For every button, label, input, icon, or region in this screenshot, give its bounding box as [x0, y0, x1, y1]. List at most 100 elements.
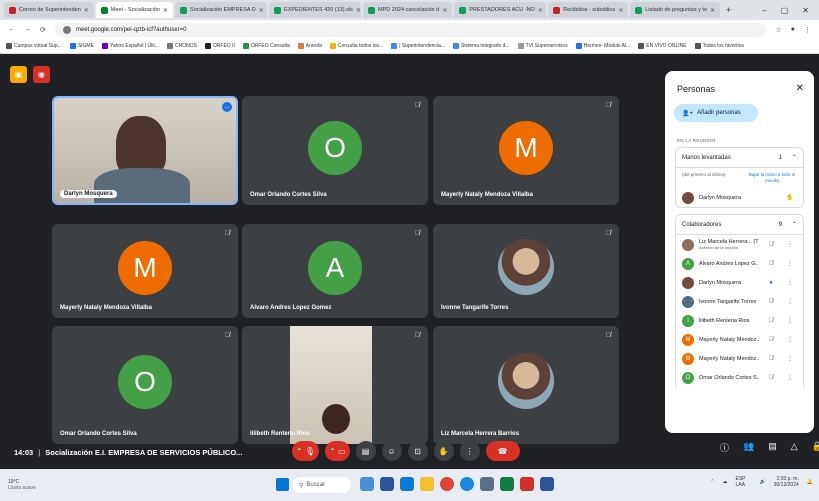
- bookmark-item[interactable]: Yahoo Español | Últi...: [101, 43, 159, 49]
- browser-tab[interactable]: Meet - Socialización ✕: [95, 2, 174, 18]
- maximize-button[interactable]: ▢: [781, 6, 789, 15]
- browser-tab[interactable]: MPD 2024 cancelación d ✕: [363, 2, 453, 18]
- url-field[interactable]: meet.google.com/pei-qztb-icf?authuser=0: [54, 22, 767, 37]
- clock[interactable]: 2:03 p. m. 30/12/2024: [774, 476, 799, 488]
- participant-row[interactable]: M Mayerly Nataly Mendoz... 🎙̸ ⋮: [676, 330, 803, 349]
- cloud-icon[interactable]: ☁: [723, 479, 728, 485]
- collaborators-header[interactable]: Colaboradores 9 ⌃: [676, 215, 803, 235]
- host-controls-icon[interactable]: 🔒: [812, 441, 819, 454]
- more-options-icon[interactable]: ●: [764, 280, 778, 286]
- volume-icon[interactable]: 🔊: [760, 479, 766, 485]
- close-tab-icon[interactable]: ✕: [84, 7, 89, 14]
- widgets-icon[interactable]: [380, 477, 394, 491]
- more-vert-icon[interactable]: ⋮: [783, 374, 797, 381]
- participant-tile[interactable]: O 🎙̸ Omar Orlando Cortes Silva: [242, 96, 428, 205]
- close-tab-icon[interactable]: ✕: [618, 7, 623, 14]
- participant-tile[interactable]: 🎙̸ Liz Marcela Herrera Barrios: [433, 326, 619, 444]
- taskview-icon[interactable]: [360, 477, 374, 491]
- app-icon[interactable]: [400, 477, 414, 491]
- more-vert-icon[interactable]: ⋮: [783, 241, 797, 248]
- participant-row[interactable]: Darlyn Mosquera ● ⋮: [676, 273, 803, 292]
- chevron-up-icon[interactable]: ⌃: [792, 221, 797, 228]
- leave-call-button[interactable]: ☎: [485, 441, 520, 461]
- close-panel-icon[interactable]: ✕: [796, 83, 804, 94]
- participant-tile[interactable]: … Darlyn Mosquera: [52, 96, 238, 205]
- chevron-up-icon[interactable]: ⌃: [792, 154, 797, 161]
- chrome-icon[interactable]: [440, 477, 454, 491]
- activities-icon[interactable]: ▣: [10, 66, 27, 83]
- recording-icon[interactable]: ◉: [33, 66, 50, 83]
- hand-icon[interactable]: ✋: [783, 194, 797, 201]
- bookmark-item[interactable]: Sistema integrado d...: [452, 43, 510, 49]
- weather-widget[interactable]: 19°C Lluvia suave: [8, 479, 36, 491]
- bookmark-item[interactable]: Todos los favoritos: [694, 43, 744, 49]
- participant-row[interactable]: A Alvaro Andres Lopez G... 🎙̸ ⋮: [676, 254, 803, 273]
- close-tab-icon[interactable]: ✕: [163, 7, 168, 14]
- raise-hand-button[interactable]: ✋: [433, 441, 454, 461]
- more-options-button[interactable]: ⋮: [459, 441, 480, 461]
- bookmark-item[interactable]: ORFEO Consulta: [242, 43, 290, 49]
- minimize-button[interactable]: –: [762, 6, 766, 15]
- camera-toggle-button[interactable]: ⌃ ▭: [325, 441, 350, 461]
- more-vert-icon[interactable]: ⋮: [783, 336, 797, 343]
- bookmark-item[interactable]: Aranda: [297, 43, 322, 49]
- taskbar-search[interactable]: ⚲ Buscar: [293, 477, 351, 493]
- raised-hands-header[interactable]: Manos levantadas 1 ⌃: [676, 148, 803, 168]
- add-people-button[interactable]: 👤+ Añadir personas: [674, 104, 758, 122]
- captions-button[interactable]: ▤: [355, 441, 376, 461]
- bookmark-item[interactable]: Campus virtual Sup...: [6, 43, 62, 49]
- close-window-button[interactable]: ✕: [802, 6, 809, 15]
- profile-icon[interactable]: ●: [791, 26, 795, 33]
- start-button[interactable]: [276, 478, 289, 491]
- close-tab-icon[interactable]: ✕: [442, 7, 447, 14]
- close-tab-icon[interactable]: ✕: [538, 7, 543, 14]
- bookmark-item[interactable]: SIGME: [69, 43, 94, 49]
- site-info-icon[interactable]: [62, 25, 71, 34]
- participant-tile[interactable]: A 🎙̸ Alvaro Andres Lopez Gomez: [242, 224, 428, 318]
- browser-tab[interactable]: Socialización EMPRESA D ✕: [175, 2, 268, 18]
- reload-icon[interactable]: ⟳: [40, 26, 46, 34]
- bookmark-item[interactable]: CRONOS: [166, 43, 197, 49]
- present-button[interactable]: ⊡: [407, 441, 428, 461]
- close-tab-icon[interactable]: ✕: [710, 7, 715, 14]
- participant-tile[interactable]: 🎙̸ lilibeth Renteria Rios: [242, 326, 428, 444]
- acrobat-icon[interactable]: [520, 477, 534, 491]
- more-vert-icon[interactable]: ⋮: [783, 355, 797, 362]
- bookmark-item[interactable]: Hermes- Módulo Al...: [575, 43, 630, 49]
- back-icon[interactable]: ←: [8, 26, 15, 33]
- people-icon[interactable]: 👥: [743, 441, 754, 454]
- reactions-button[interactable]: ☺: [381, 441, 402, 461]
- browser-tab[interactable]: PRESTADORES ACU -NO ✕: [454, 2, 547, 18]
- mic-toggle-button[interactable]: ⌃ 🎙: [292, 441, 320, 461]
- more-vert-icon[interactable]: ⋮: [783, 317, 797, 324]
- info-icon[interactable]: ⓘ: [720, 441, 729, 454]
- close-tab-icon[interactable]: ✕: [259, 7, 264, 14]
- lower-all-hands-link[interactable]: Bajar la mano a todo el mundo: [747, 172, 797, 184]
- more-vert-icon[interactable]: ⋮: [783, 279, 797, 286]
- participant-tile[interactable]: O 🎙̸ Omar Orlando Cortes Silva: [52, 326, 238, 444]
- bookmark-item[interactable]: Consulta todos los...: [329, 43, 383, 49]
- bookmark-item[interactable]: EN VIVO ONLINE: [638, 43, 687, 49]
- more-vert-icon[interactable]: ⋮: [783, 260, 797, 267]
- browser-tab[interactable]: Correo de Superintenden ✕: [4, 2, 94, 18]
- notifications-icon[interactable]: 🔔: [807, 479, 813, 485]
- participant-tile[interactable]: M 🎙̸ Mayerly Nataly Mendoza Villalba: [52, 224, 238, 318]
- browser-tab[interactable]: EXPEDIENTES 420 (13).xls ✕: [269, 2, 362, 18]
- browser-tab[interactable]: Listado de preguntas y te ✕: [630, 2, 721, 18]
- more-vert-icon[interactable]: ⋮: [783, 298, 797, 305]
- participant-tile[interactable]: M 🎙̸ Mayerly Nataly Mendoza Villalba: [433, 96, 619, 205]
- word-icon[interactable]: [540, 477, 554, 491]
- store-icon[interactable]: [480, 477, 494, 491]
- participant-row[interactable]: M Mayerly Nataly Mendoz... 🎙̸ ⋮: [676, 349, 803, 368]
- activities-shapes-icon[interactable]: △: [791, 441, 798, 454]
- file-explorer-icon[interactable]: [420, 477, 434, 491]
- participant-row[interactable]: l lilibeth Renteria Rios 🎙̸ ⋮: [676, 311, 803, 330]
- participant-row[interactable]: Ivonne Tangarife Torres 🎙̸ ⋮: [676, 292, 803, 311]
- bookmark-star-icon[interactable]: ☆: [775, 26, 781, 34]
- browser-tab[interactable]: Recibidos - subsidios ✕: [548, 2, 629, 18]
- participant-row[interactable]: O Omar Orlando Cortes S... 🎙̸ ⋮: [676, 368, 803, 387]
- excel-icon[interactable]: [500, 477, 514, 491]
- lang-indicator[interactable]: ESP LAA: [736, 476, 752, 488]
- menu-icon[interactable]: ⋮: [804, 26, 811, 34]
- chevron-up-icon[interactable]: ⌃: [710, 479, 714, 485]
